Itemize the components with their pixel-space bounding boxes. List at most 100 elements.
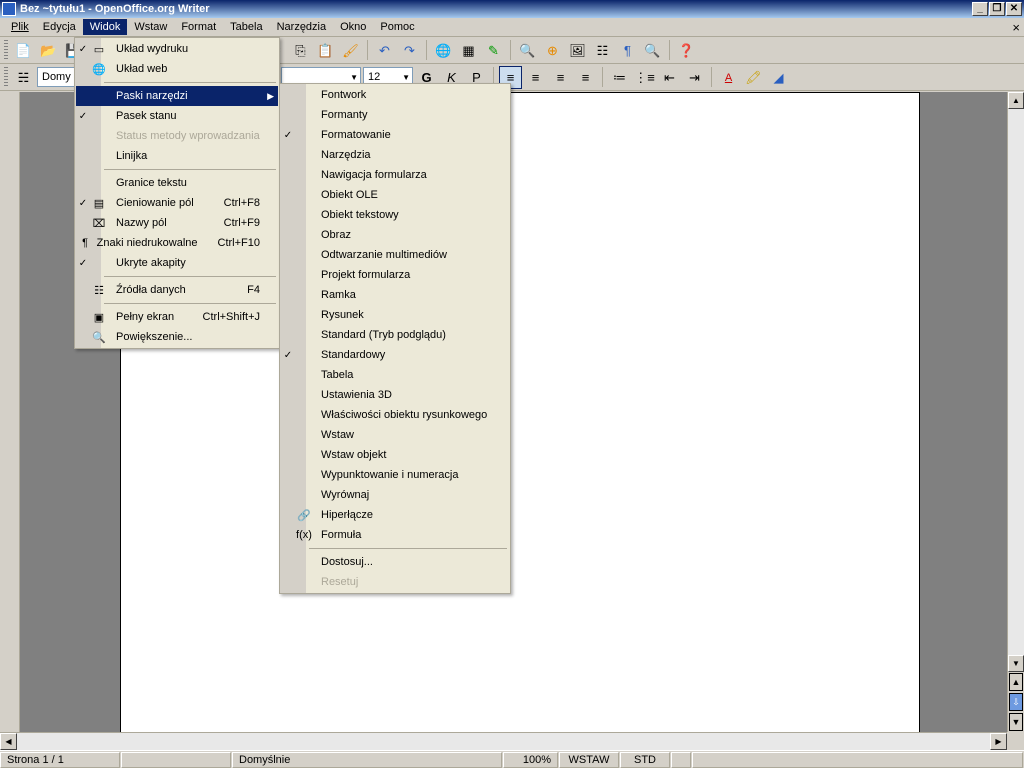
datasource-button[interactable]: ☷ bbox=[591, 39, 614, 62]
view-menu-item[interactable]: ▣Pełny ekranCtrl+Shift+J bbox=[76, 307, 278, 327]
view-menu-item[interactable]: Linijka bbox=[76, 146, 278, 166]
toolbars-submenu-item[interactable]: Tabela bbox=[281, 365, 509, 385]
horizontal-scrollbar[interactable]: ◀ ▶ bbox=[0, 732, 1007, 750]
draw-button[interactable]: ✎ bbox=[482, 39, 505, 62]
view-menu-item[interactable]: ☷Źródła danychF4 bbox=[76, 280, 278, 300]
insert-mode-indicator[interactable]: WSTAW bbox=[559, 752, 619, 768]
new-button[interactable]: 📄 bbox=[12, 39, 35, 62]
toolbars-submenu-item[interactable]: Ustawienia 3D bbox=[281, 385, 509, 405]
bullets-button[interactable]: ⋮≡ bbox=[633, 66, 656, 89]
prev-page-button[interactable]: ▲ bbox=[1009, 673, 1023, 691]
open-button[interactable]: 📂 bbox=[37, 39, 60, 62]
selection-mode-indicator[interactable]: STD bbox=[620, 752, 670, 768]
toolbars-submenu-item[interactable]: ✓Formatowanie bbox=[281, 125, 509, 145]
view-menu-item[interactable]: ⌧Nazwy pólCtrl+F9 bbox=[76, 213, 278, 233]
toolbars-submenu-item[interactable]: Resetuj bbox=[281, 572, 509, 592]
bgcolor-button[interactable]: ◢ bbox=[767, 66, 790, 89]
menu-table[interactable]: Tabela bbox=[223, 19, 269, 35]
toolbar-grip[interactable] bbox=[4, 40, 8, 60]
page-indicator[interactable]: Strona 1 / 1 bbox=[0, 752, 120, 768]
undo-button[interactable]: ↶ bbox=[373, 39, 396, 62]
copy-button[interactable]: ⎘ bbox=[289, 39, 312, 62]
toolbars-submenu-item[interactable]: Ramka bbox=[281, 285, 509, 305]
scroll-right-button[interactable]: ▶ bbox=[990, 733, 1007, 750]
align-right-button[interactable]: ≡ bbox=[549, 66, 572, 89]
app-icon bbox=[2, 2, 16, 16]
toolbars-submenu-item[interactable]: Projekt formularza bbox=[281, 265, 509, 285]
close-button[interactable]: ✕ bbox=[1006, 2, 1022, 16]
scroll-up-button[interactable]: ▲ bbox=[1008, 92, 1024, 109]
toolbars-submenu-item[interactable]: Narzędzia bbox=[281, 145, 509, 165]
toolbars-submenu-item[interactable]: Wyrównaj bbox=[281, 485, 509, 505]
paste-button[interactable]: 📋 bbox=[314, 39, 337, 62]
view-menu-item[interactable]: ✓▤Cieniowanie pólCtrl+F8 bbox=[76, 193, 278, 213]
toolbars-submenu-item[interactable]: Obraz bbox=[281, 225, 509, 245]
toolbars-submenu-item[interactable]: Właściwości obiektu rysunkowego bbox=[281, 405, 509, 425]
view-menu-item[interactable]: Paski narzędzi▶ bbox=[76, 86, 278, 106]
empty-cell-3 bbox=[692, 752, 1023, 768]
toolbars-submenu-item[interactable]: Fontwork bbox=[281, 85, 509, 105]
scroll-track[interactable] bbox=[1008, 109, 1024, 655]
toolbars-submenu-item[interactable]: Obiekt tekstowy bbox=[281, 205, 509, 225]
toolbar-grip[interactable] bbox=[4, 67, 8, 87]
scroll-down-button[interactable]: ▼ bbox=[1008, 655, 1024, 672]
zoom-button[interactable]: 🔍 bbox=[641, 39, 664, 62]
nonprinting-button[interactable]: ¶ bbox=[616, 39, 639, 62]
toolbars-submenu-item[interactable]: ✓Standardowy bbox=[281, 345, 509, 365]
toolbars-submenu-item[interactable]: Obiekt OLE bbox=[281, 185, 509, 205]
vertical-scrollbar[interactable]: ▲ ▼ ▲ ⇩ ▼ bbox=[1007, 92, 1024, 732]
toolbars-submenu-item[interactable]: Wstaw objekt bbox=[281, 445, 509, 465]
view-menu-item[interactable]: ✓Pasek stanu bbox=[76, 106, 278, 126]
find-button[interactable]: 🔍 bbox=[516, 39, 539, 62]
page-style-indicator[interactable]: Domyślnie bbox=[232, 752, 502, 768]
view-menu-item[interactable]: 🔍Powiększenie... bbox=[76, 327, 278, 347]
view-menu-item[interactable]: 🌐Układ web bbox=[76, 59, 278, 79]
restore-button[interactable]: ❐ bbox=[989, 2, 1005, 16]
toolbars-submenu-item[interactable]: Formanty bbox=[281, 105, 509, 125]
align-justify-button[interactable]: ≡ bbox=[574, 66, 597, 89]
menu-window[interactable]: Okno bbox=[333, 19, 373, 35]
menu-edit[interactable]: Edycja bbox=[36, 19, 83, 35]
numbering-button[interactable]: ≔ bbox=[608, 66, 631, 89]
toolbars-submenu-item[interactable]: Nawigacja formularza bbox=[281, 165, 509, 185]
menu-help[interactable]: Pomoc bbox=[373, 19, 421, 35]
toolbars-submenu-item[interactable]: 🔗Hiperłącze bbox=[281, 505, 509, 525]
hyperlink-button[interactable]: 🌐 bbox=[432, 39, 455, 62]
hscroll-track[interactable] bbox=[17, 733, 990, 750]
toolbars-submenu-item[interactable]: Wstaw bbox=[281, 425, 509, 445]
toolbars-submenu-item[interactable]: Dostosuj... bbox=[281, 552, 509, 572]
decrease-indent-button[interactable]: ⇤ bbox=[658, 66, 681, 89]
format-paint-button[interactable]: 🖌 bbox=[339, 39, 362, 62]
scroll-left-button[interactable]: ◀ bbox=[0, 733, 17, 750]
font-color-button[interactable]: A bbox=[717, 66, 740, 89]
view-menu-item[interactable]: Status metody wprowadzania bbox=[76, 126, 278, 146]
align-center-button[interactable]: ≡ bbox=[524, 66, 547, 89]
menu-insert[interactable]: Wstaw bbox=[127, 19, 174, 35]
view-menu-item[interactable]: ✓Ukryte akapity bbox=[76, 253, 278, 273]
toolbars-submenu-item[interactable]: Rysunek bbox=[281, 305, 509, 325]
view-menu-item[interactable]: Granice tekstu bbox=[76, 173, 278, 193]
redo-button[interactable]: ↷ bbox=[398, 39, 421, 62]
menu-format[interactable]: Format bbox=[174, 19, 223, 35]
toolbars-submenu-item[interactable]: Standard (Tryb podglądu) bbox=[281, 325, 509, 345]
highlight-button[interactable]: 🖍 bbox=[742, 66, 765, 89]
gallery-button[interactable]: 🖼 bbox=[566, 39, 589, 62]
view-menu-item[interactable]: ¶Znaki niedrukowalneCtrl+F10 bbox=[76, 233, 278, 253]
navigation-button[interactable]: ⇩ bbox=[1009, 693, 1023, 711]
increase-indent-button[interactable]: ⇥ bbox=[683, 66, 706, 89]
toolbars-submenu-item[interactable]: Wypunktowanie i numeracja bbox=[281, 465, 509, 485]
view-menu-item[interactable]: ✓▭Układ wydruku bbox=[76, 39, 278, 59]
menu-view[interactable]: Widok bbox=[83, 19, 128, 35]
document-close-button[interactable]: × bbox=[1012, 20, 1020, 35]
toolbars-submenu-item[interactable]: f(x)Formuła bbox=[281, 525, 509, 545]
table-button[interactable]: ▦ bbox=[457, 39, 480, 62]
zoom-indicator[interactable]: 100% bbox=[503, 752, 558, 768]
minimize-button[interactable]: _ bbox=[972, 2, 988, 16]
styles-button[interactable]: ☵ bbox=[12, 66, 35, 89]
navigator-button[interactable]: ⊕ bbox=[541, 39, 564, 62]
next-page-button[interactable]: ▼ bbox=[1009, 713, 1023, 731]
help-button[interactable]: ❓ bbox=[675, 39, 698, 62]
menu-file[interactable]: Plik bbox=[4, 19, 36, 35]
menu-tools[interactable]: Narzędzia bbox=[270, 19, 334, 35]
toolbars-submenu-item[interactable]: Odtwarzanie multimediów bbox=[281, 245, 509, 265]
